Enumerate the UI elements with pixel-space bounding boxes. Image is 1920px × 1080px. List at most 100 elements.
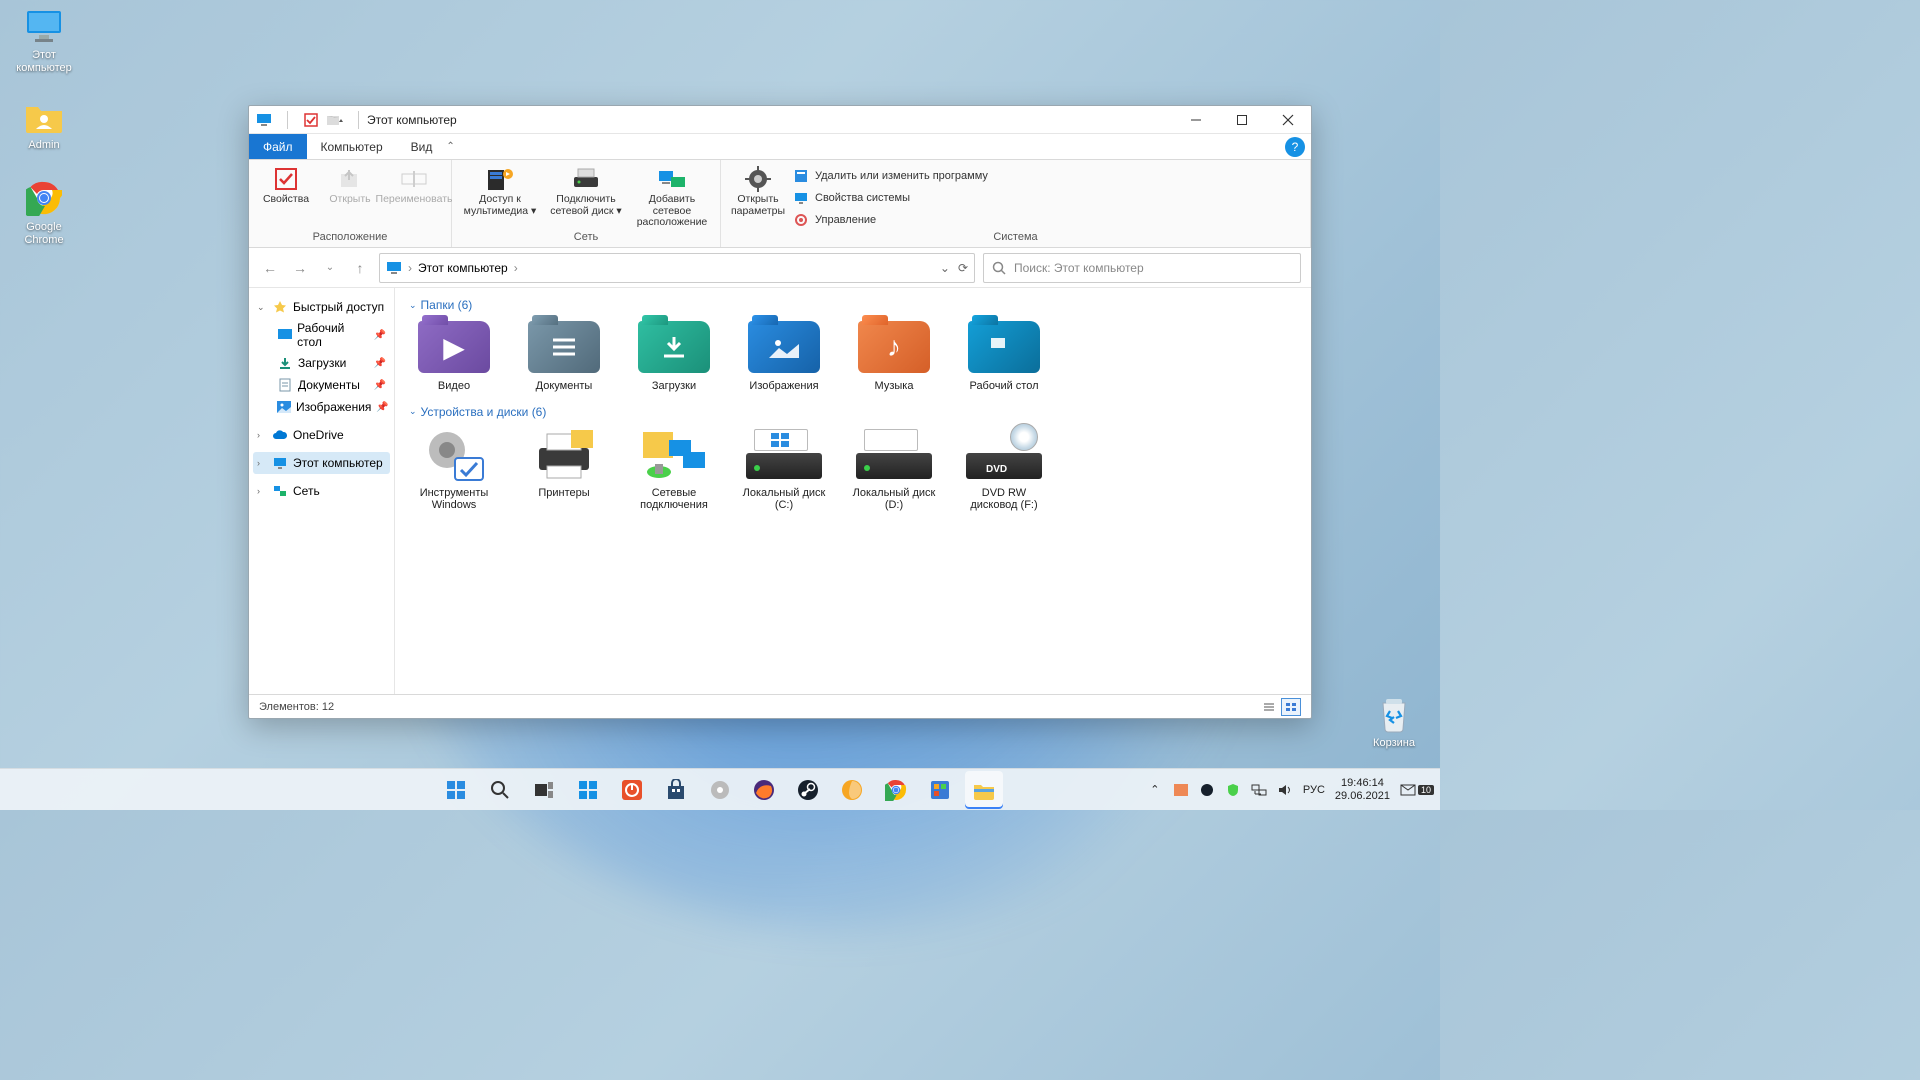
firefox-icon[interactable] (745, 771, 783, 809)
maximize-button[interactable] (1219, 106, 1265, 134)
taskbar-app-misc[interactable] (921, 771, 959, 809)
ribbon-manage[interactable]: Управление (793, 210, 988, 230)
taskbar-app-1[interactable] (613, 771, 651, 809)
ribbon-collapse-icon[interactable]: ⌃ (446, 141, 454, 152)
desktop-icon-recycle[interactable]: Корзина (1356, 694, 1432, 750)
ribbon-sysprops[interactable]: Свойства системы (793, 188, 988, 208)
device-wintools[interactable]: Инструменты Windows (409, 425, 499, 512)
tray-app-icon[interactable] (1173, 782, 1189, 798)
device-dvd[interactable]: DVDDVD RW дисковод (F:) (959, 425, 1049, 512)
device-printers[interactable]: Принтеры (519, 425, 609, 512)
folder-music[interactable]: ♪Музыка (849, 318, 939, 393)
nav-recent-dropdown[interactable]: ⌄ (319, 257, 341, 279)
chrome-icon (24, 178, 64, 218)
address-dropdown-icon[interactable]: ⌄ (940, 261, 950, 275)
ribbon-label: Открыть (329, 194, 370, 206)
tray-time: 19:46:14 (1335, 777, 1390, 790)
sidebar-item-this-pc[interactable]: ›Этот компьютер (253, 452, 390, 474)
view-large-icons-button[interactable] (1281, 698, 1301, 716)
desktop-icon-admin[interactable]: Admin (6, 96, 82, 152)
search-placeholder: Поиск: Этот компьютер (1014, 261, 1144, 275)
tray-volume-icon[interactable] (1277, 782, 1293, 798)
tray-language[interactable]: РУС (1303, 784, 1325, 796)
section-devices[interactable]: ⌄Устройства и диски (6) (409, 405, 1297, 419)
ribbon-properties[interactable]: Свойства (257, 164, 315, 206)
folder-pictures[interactable]: Изображения (739, 318, 829, 393)
folder-video[interactable]: ▶Видео (409, 318, 499, 393)
store-button[interactable] (657, 771, 695, 809)
notification-icon (1400, 783, 1416, 797)
folder-documents[interactable]: Документы (519, 318, 609, 393)
tray-steam-icon[interactable] (1199, 782, 1215, 798)
device-netconn[interactable]: Сетевые подключения (629, 425, 719, 512)
sidebar-label: Рабочий стол (297, 321, 368, 349)
taskbar-app-disc[interactable] (701, 771, 739, 809)
tray-network-icon[interactable] (1251, 782, 1267, 798)
search-button[interactable] (481, 771, 519, 809)
ribbon-open-settings[interactable]: Открыть параметры (729, 164, 787, 217)
taskbar-app-browser[interactable] (833, 771, 871, 809)
tab-file[interactable]: Файл (249, 134, 307, 159)
section-folders[interactable]: ⌄Папки (6) (409, 298, 1297, 312)
tray-security-icon[interactable] (1225, 782, 1241, 798)
view-details-button[interactable] (1259, 698, 1279, 716)
start-button[interactable] (437, 771, 475, 809)
ribbon-link-label: Свойства системы (815, 192, 910, 204)
ribbon-label: Доступ к мультимедиа ▾ (460, 194, 540, 217)
titlebar[interactable]: Этот компьютер (249, 106, 1311, 134)
ribbon-uninstall[interactable]: Удалить или изменить программу (793, 166, 988, 186)
tray-overflow-icon[interactable]: ⌃ (1147, 782, 1163, 798)
search-input[interactable]: Поиск: Этот компьютер (983, 253, 1301, 283)
chrome-button[interactable] (877, 771, 915, 809)
tile-label: Музыка (875, 380, 914, 393)
sidebar-item-pictures[interactable]: Изображения📌 (273, 396, 390, 418)
folder-downloads[interactable]: Загрузки (629, 318, 719, 393)
tile-label: Локальный диск (D:) (849, 487, 939, 512)
ribbon-label: Добавить сетевое расположение (632, 194, 712, 229)
help-button[interactable]: ? (1285, 137, 1305, 157)
device-drive-c[interactable]: Локальный диск (C:) (739, 425, 829, 512)
refresh-icon[interactable]: ⟳ (958, 261, 968, 275)
tile-label: Сетевые подключения (629, 487, 719, 512)
close-button[interactable] (1265, 106, 1311, 134)
tray-clock[interactable]: 19:46:14 29.06.2021 (1335, 777, 1390, 802)
sidebar-item-desktop[interactable]: Рабочий стол📌 (273, 318, 390, 352)
nav-forward[interactable]: → (289, 257, 311, 279)
ribbon-add-netloc[interactable]: Добавить сетевое расположение (632, 164, 712, 229)
device-drive-d[interactable]: Локальный диск (D:) (849, 425, 939, 512)
status-text: Элементов: 12 (259, 701, 334, 713)
tile-label: Принтеры (538, 487, 589, 500)
steam-icon[interactable] (789, 771, 827, 809)
widgets-button[interactable] (569, 771, 607, 809)
explorer-button[interactable] (965, 771, 1003, 809)
tile-label: Видео (438, 380, 470, 393)
sidebar-item-onedrive[interactable]: ›OneDrive (253, 424, 390, 446)
properties-icon[interactable] (302, 111, 320, 129)
tab-computer[interactable]: Компьютер (307, 134, 397, 159)
breadcrumb-segment[interactable]: Этот компьютер (418, 261, 508, 275)
dvd-drive-icon: DVD (966, 429, 1042, 479)
nav-up[interactable]: ↑ (349, 257, 371, 279)
ribbon: Свойства Открыть Переименовать Расположе… (249, 160, 1311, 248)
sidebar-item-downloads[interactable]: Загрузки📌 (273, 352, 390, 374)
nav-back[interactable]: ← (259, 257, 281, 279)
address-bar[interactable]: › Этот компьютер › ⌄ ⟳ (379, 253, 975, 283)
sidebar-item-quick-access[interactable]: ⌄ Быстрый доступ (253, 296, 390, 318)
desktop-icon (277, 327, 292, 343)
ribbon-open: Открыть (321, 164, 379, 206)
ribbon-map-drive[interactable]: Подключить сетевой диск ▾ (546, 164, 626, 217)
ribbon-media-access[interactable]: Доступ к мультимедиа ▾ (460, 164, 540, 217)
folder-dropdown-icon[interactable] (326, 111, 344, 129)
tab-view[interactable]: Вид (397, 134, 447, 159)
sidebar-item-documents[interactable]: Документы📌 (273, 374, 390, 396)
add-network-icon (657, 166, 687, 192)
desktop-icon-this-pc[interactable]: Этот компьютер (6, 6, 82, 75)
notifications-button[interactable]: 10 (1400, 783, 1434, 797)
sidebar-item-network[interactable]: ›Сеть (253, 480, 390, 502)
desktop-icon-chrome[interactable]: Google Chrome (6, 178, 82, 247)
taskview-button[interactable] (525, 771, 563, 809)
drive-icon (856, 429, 932, 479)
network-connections-icon (636, 425, 712, 483)
minimize-button[interactable] (1173, 106, 1219, 134)
folder-desktop[interactable]: Рабочий стол (959, 318, 1049, 393)
